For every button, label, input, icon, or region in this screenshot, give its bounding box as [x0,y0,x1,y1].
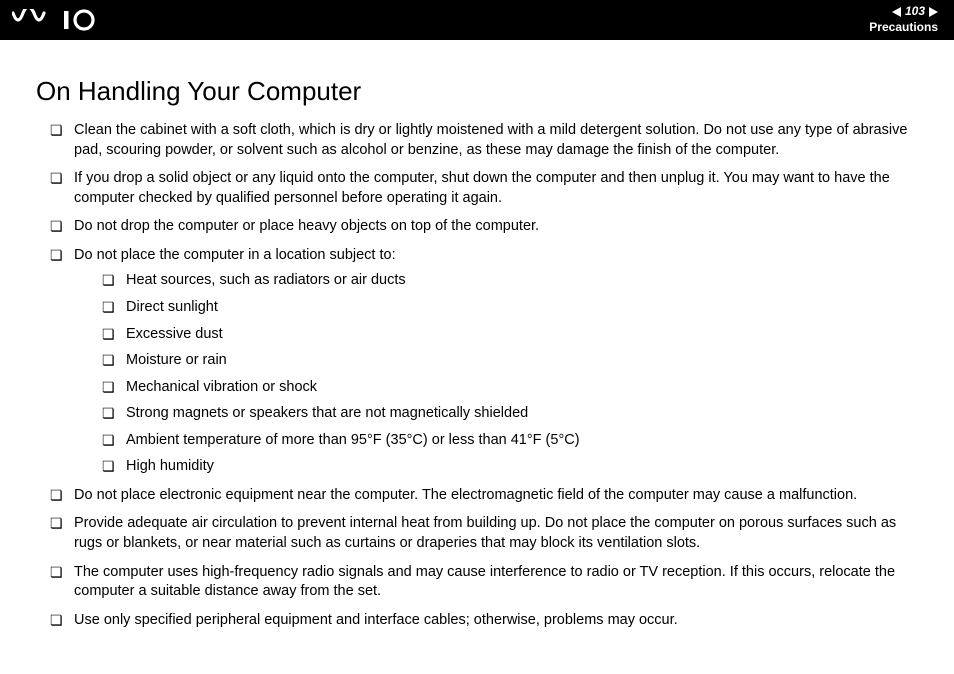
list-item-text: Do not place the computer in a location … [74,247,396,263]
list-item: Direct sunlight [102,298,918,318]
list-item: High humidity [102,457,918,477]
list-item: Strong magnets or speakers that are not … [102,404,918,424]
list-item: Mechanical vibration or shock [102,378,918,398]
next-page-arrow-icon[interactable] [929,7,938,17]
list-item: Provide adequate air circulation to prev… [50,514,918,553]
page-navigation: 103 [869,4,938,20]
list-item: The computer uses high-frequency radio s… [50,563,918,602]
section-label: Precautions [869,20,938,36]
list-item: Ambient temperature of more than 95°F (3… [102,431,918,451]
list-item: Use only specified peripheral equipment … [50,611,918,631]
prev-page-arrow-icon[interactable] [892,7,901,17]
precautions-list: Clean the cabinet with a soft cloth, whi… [50,121,918,630]
header-right: 103 Precautions [869,4,938,35]
list-item: Heat sources, such as radiators or air d… [102,271,918,291]
list-item: If you drop a solid object or any liquid… [50,169,918,208]
list-item: Do not place the computer in a location … [50,246,918,477]
list-item: Clean the cabinet with a soft cloth, whi… [50,121,918,160]
list-item: Excessive dust [102,325,918,345]
page-number: 103 [905,4,925,20]
page-content: On Handling Your Computer Clean the cabi… [0,40,954,659]
sub-list: Heat sources, such as radiators or air d… [102,271,918,477]
vaio-logo [12,9,112,31]
page-header: 103 Precautions [0,0,954,40]
list-item: Do not place electronic equipment near t… [50,486,918,506]
page-title: On Handling Your Computer [36,76,918,107]
list-item: Do not drop the computer or place heavy … [50,217,918,237]
list-item: Moisture or rain [102,351,918,371]
